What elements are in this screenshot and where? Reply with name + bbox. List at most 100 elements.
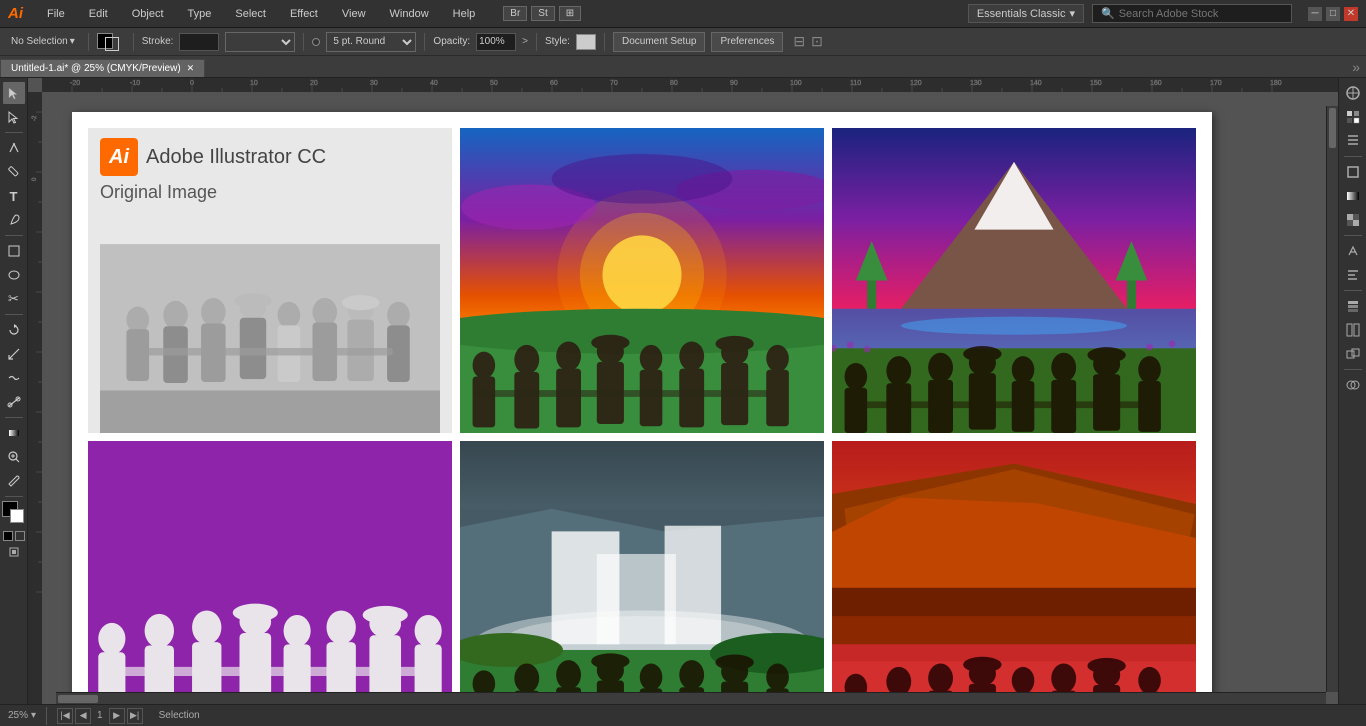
- svg-text:70: 70: [610, 80, 618, 87]
- document-tab[interactable]: Untitled-1.ai* @ 25% (CMYK/Preview) ✕: [0, 59, 205, 77]
- opacity-chevron[interactable]: >: [522, 36, 528, 47]
- artboards-panel-btn[interactable]: [1342, 319, 1364, 341]
- maximize-button[interactable]: □: [1326, 7, 1340, 21]
- stroke-panel-btn[interactable]: [1342, 161, 1364, 183]
- style-preview[interactable]: [576, 34, 596, 50]
- menu-type[interactable]: Type: [184, 6, 216, 22]
- pencil-tool[interactable]: [3, 161, 25, 183]
- gradient-tool[interactable]: [3, 422, 25, 444]
- prev-page-button[interactable]: ◀: [75, 708, 91, 724]
- menu-help[interactable]: Help: [449, 6, 480, 22]
- search-input[interactable]: [1119, 8, 1279, 20]
- tab-title: Untitled-1.ai* @ 25% (CMYK/Preview): [11, 63, 181, 74]
- ellipse-tool[interactable]: [3, 264, 25, 286]
- brush-tool[interactable]: [3, 209, 25, 231]
- selection-label: No Selection: [11, 36, 68, 47]
- menu-file[interactable]: File: [43, 6, 69, 22]
- tool-sep-2: [5, 235, 23, 236]
- vertical-scrollbar[interactable]: [1326, 106, 1338, 692]
- stroke-dropdown[interactable]: [225, 32, 295, 52]
- eyedropper-tool[interactable]: [3, 470, 25, 492]
- rp-sep-1: [1344, 156, 1362, 157]
- screen-mode-area: [9, 547, 19, 557]
- text-tool[interactable]: T: [3, 185, 25, 207]
- divider-4: [424, 33, 425, 51]
- scissors-tool[interactable]: ✂: [3, 288, 25, 310]
- scrollbar-thumb-v[interactable]: [1329, 108, 1336, 148]
- zoom-tool[interactable]: [3, 446, 25, 468]
- arrange-icon[interactable]: ⊟: [793, 33, 805, 50]
- svg-text:120: 120: [910, 80, 922, 87]
- brush-size-selector[interactable]: 5 pt. Round: [326, 32, 416, 52]
- page-navigation: |◀ ◀ 1 ▶ ▶|: [57, 708, 143, 724]
- layout-btn[interactable]: ⊞: [559, 6, 581, 21]
- panel-toggle[interactable]: »: [1346, 57, 1366, 77]
- gradient-panel-btn[interactable]: [1342, 185, 1364, 207]
- bridge-btn[interactable]: Br: [503, 6, 527, 21]
- stroke-label: Stroke:: [142, 36, 174, 47]
- document-setup-button[interactable]: Document Setup: [613, 32, 706, 52]
- pathfinder-panel-btn[interactable]: [1342, 374, 1364, 396]
- divider-6: [604, 33, 605, 51]
- background-color[interactable]: [10, 509, 24, 523]
- color-panel-btn[interactable]: [1342, 82, 1364, 104]
- direct-selection-tool[interactable]: [3, 106, 25, 128]
- normal-mode[interactable]: [3, 531, 13, 541]
- scrollbar-thumb-h[interactable]: [58, 695, 98, 703]
- ai-product-name: Adobe Illustrator CC: [146, 146, 326, 169]
- horizontal-scrollbar[interactable]: [56, 692, 1326, 704]
- tab-close-button[interactable]: ✕: [187, 63, 195, 74]
- none-mode[interactable]: [15, 531, 25, 541]
- current-page: 1: [97, 710, 103, 721]
- shape-tool[interactable]: [3, 240, 25, 262]
- menu-object[interactable]: Object: [128, 6, 168, 22]
- warp-tool[interactable]: [3, 367, 25, 389]
- scale-tool[interactable]: [3, 343, 25, 365]
- menu-edit[interactable]: Edit: [85, 6, 112, 22]
- grid-cell-4-purple: [88, 441, 452, 704]
- symbols-panel-btn[interactable]: [1342, 240, 1364, 262]
- opacity-input[interactable]: [476, 33, 516, 51]
- stock-btn[interactable]: St: [531, 6, 554, 21]
- rotate-tool[interactable]: [3, 319, 25, 341]
- align-icon[interactable]: ⊡: [811, 33, 823, 50]
- brush-dot: [312, 38, 320, 46]
- blend-tool[interactable]: [3, 391, 25, 413]
- original-image-label: Original Image: [100, 182, 440, 203]
- last-page-button[interactable]: ▶|: [127, 708, 143, 724]
- menu-window[interactable]: Window: [386, 6, 433, 22]
- first-page-button[interactable]: |◀: [57, 708, 73, 724]
- layers-panel-btn[interactable]: [1342, 295, 1364, 317]
- preferences-button[interactable]: Preferences: [711, 32, 783, 52]
- pen-tool[interactable]: [3, 137, 25, 159]
- canvas-wrapper: -20 -10 0 10 20 30 40 50: [28, 78, 1338, 704]
- image-grid: Ai Adobe Illustrator CC Original Image: [88, 128, 1196, 704]
- fill-stroke-area[interactable]: [97, 31, 125, 53]
- zoom-dropdown-icon[interactable]: ▾: [31, 710, 36, 721]
- transparency-panel-btn[interactable]: [1342, 209, 1364, 231]
- next-page-button[interactable]: ▶: [109, 708, 125, 724]
- menu-select[interactable]: Select: [231, 6, 270, 22]
- color-swatches[interactable]: [2, 501, 26, 525]
- svg-text:-20: -20: [70, 80, 80, 87]
- align-panel-btn[interactable]: [1342, 264, 1364, 286]
- sunset-scene: [460, 128, 824, 433]
- selection-tool[interactable]: [3, 82, 25, 104]
- menu-view[interactable]: View: [338, 6, 370, 22]
- close-button[interactable]: ✕: [1344, 7, 1358, 21]
- screen-mode-icon[interactable]: [9, 547, 19, 557]
- selection-indicator[interactable]: No Selection ▾: [6, 34, 80, 49]
- stroke-swatch[interactable]: [105, 37, 119, 51]
- transform-panel-btn[interactable]: [1342, 343, 1364, 365]
- brushes-panel-btn[interactable]: [1342, 130, 1364, 152]
- stroke-input[interactable]: [179, 33, 219, 51]
- grid-cell-6-desert: [832, 441, 1196, 704]
- selection-dropdown-icon: ▾: [70, 36, 75, 47]
- minimize-button[interactable]: ─: [1308, 7, 1322, 21]
- workspace-selector[interactable]: Essentials Classic ▾: [968, 4, 1084, 23]
- menu-effect[interactable]: Effect: [286, 6, 322, 22]
- svg-text:140: 140: [1030, 80, 1042, 87]
- svg-text:160: 160: [1150, 80, 1162, 87]
- app-logo: Ai: [8, 5, 23, 22]
- swatches-panel-btn[interactable]: [1342, 106, 1364, 128]
